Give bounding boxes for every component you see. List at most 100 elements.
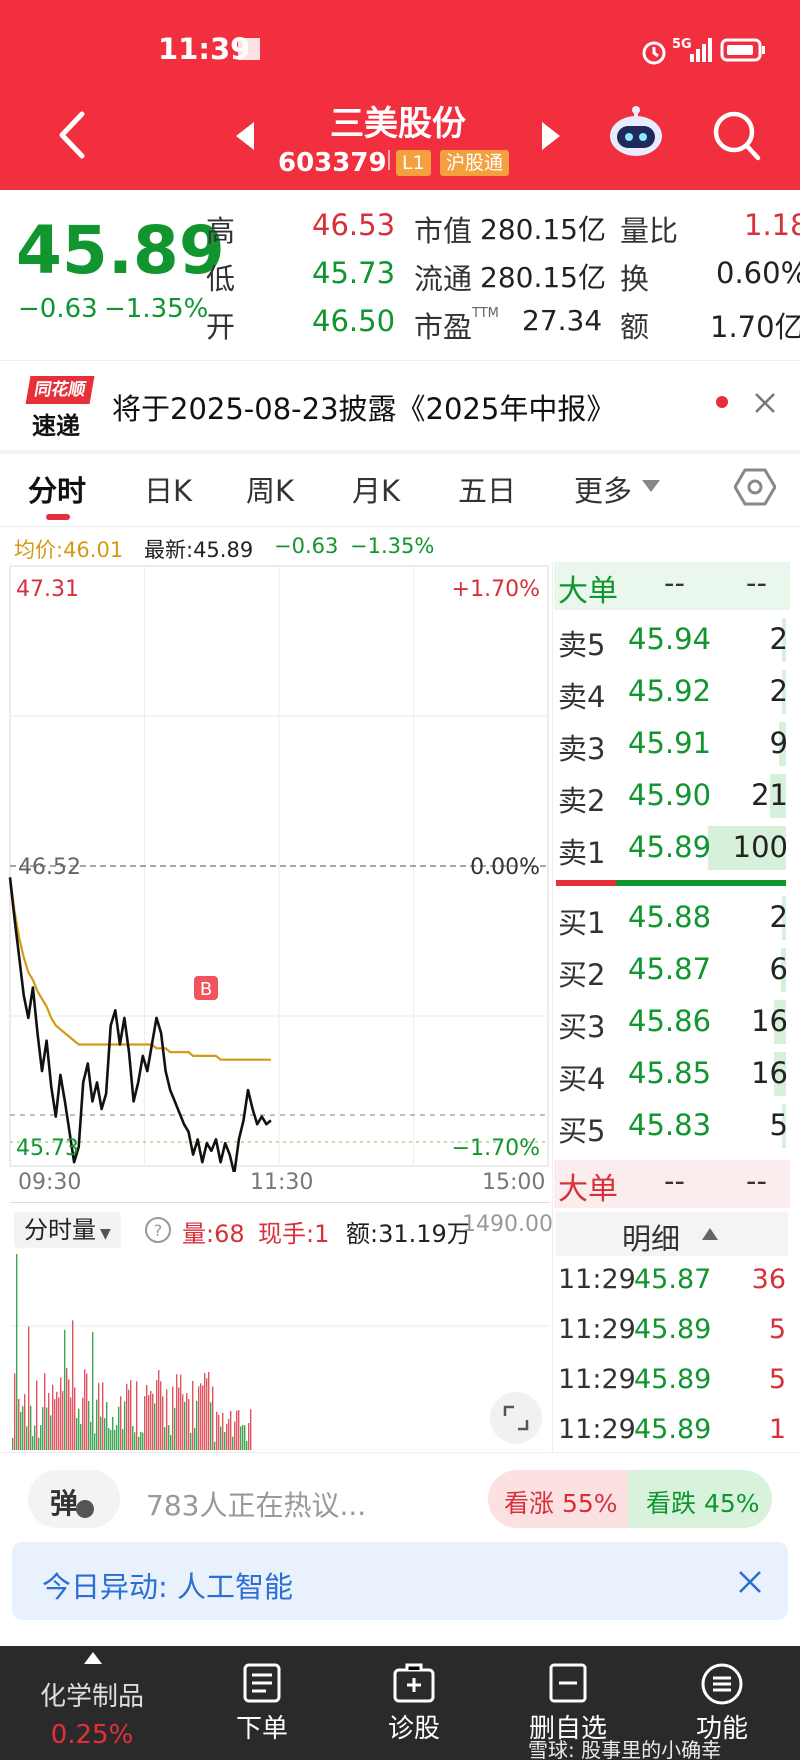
tab-intraday[interactable]: 分时 xyxy=(28,468,86,510)
notice-text: 将于2025-08-23披露《2025年中报》 xyxy=(112,392,616,426)
volume-bar xyxy=(36,1380,38,1450)
nav-diagnose[interactable]: 诊股 xyxy=(364,1708,464,1745)
volume-bar xyxy=(40,1425,42,1450)
help-icon[interactable]: ? xyxy=(144,1216,172,1244)
tick-volume: 36 xyxy=(751,1264,786,1295)
diagnose-icon xyxy=(393,1663,435,1703)
volume-bar xyxy=(92,1331,94,1450)
volume-bar xyxy=(156,1380,158,1450)
notice-unread-dot xyxy=(716,396,728,408)
volume-bar xyxy=(72,1320,74,1450)
price-change: −0.63 xyxy=(18,294,98,324)
book-level-price: 45.88 xyxy=(628,900,712,934)
volume-type-select[interactable]: 分时量 ▼ xyxy=(14,1212,121,1248)
nav-sector-label[interactable]: 化学制品 xyxy=(30,1676,154,1713)
spread-bar-green xyxy=(616,880,786,886)
volume-bar xyxy=(48,1392,50,1450)
volume-bar xyxy=(226,1423,228,1450)
volume-bar xyxy=(178,1387,180,1450)
nav-sector-change: 0.25% xyxy=(50,1720,134,1750)
book-level-volume: 16 xyxy=(751,1004,788,1038)
volume-bar xyxy=(68,1379,70,1450)
nav-order[interactable]: 下单 xyxy=(212,1708,312,1745)
danmu-toggle[interactable]: 弹 xyxy=(28,1470,120,1528)
bullish-button[interactable]: 看涨 55% xyxy=(488,1470,628,1528)
volume-bar xyxy=(220,1426,222,1450)
intraday-chart[interactable]: B 47.31 +1.70% 46.52 0.00% 45.73 −1.70% xyxy=(0,562,552,1172)
abnormal-alert-text: 今日异动: 人工智能 xyxy=(42,1570,293,1604)
book-level-volume: 16 xyxy=(751,1056,788,1090)
volume-bar xyxy=(16,1254,18,1450)
volume-bar xyxy=(60,1377,62,1450)
alert-close-icon[interactable] xyxy=(738,1570,762,1594)
volume-divider xyxy=(10,1202,550,1203)
back-icon[interactable] xyxy=(56,110,86,160)
volume-bar xyxy=(240,1426,242,1450)
tab-month-k[interactable]: 月K xyxy=(352,468,400,510)
notice-close-icon[interactable] xyxy=(754,392,776,414)
volume-bar xyxy=(234,1421,236,1450)
spread-bar-red xyxy=(556,880,616,886)
low-value: 45.73 xyxy=(312,256,396,290)
y-mid-label: 46.52 xyxy=(18,855,81,880)
volume-bar xyxy=(124,1401,126,1450)
tab-more[interactable]: 更多 xyxy=(574,468,632,510)
volume-bar xyxy=(82,1397,84,1450)
buy-marker[interactable]: B xyxy=(194,976,218,1000)
fullscreen-button[interactable] xyxy=(490,1392,542,1444)
volume-chart xyxy=(10,1254,548,1450)
price-line xyxy=(8,877,272,1172)
volume-bar xyxy=(90,1421,92,1450)
settings-hexagon-icon[interactable] xyxy=(734,466,776,508)
next-stock-icon[interactable] xyxy=(540,122,560,150)
prev-stock-icon[interactable] xyxy=(236,122,256,150)
tick-volume: 5 xyxy=(768,1314,786,1345)
tab-week-k[interactable]: 周K xyxy=(246,468,294,510)
pct-mid-label: 0.00% xyxy=(470,855,540,880)
volume-bar xyxy=(58,1397,60,1450)
sector-up-icon xyxy=(84,1652,102,1664)
search-icon[interactable] xyxy=(712,110,762,162)
book-level-label: 买5 xyxy=(558,1114,606,1148)
danmu-label: 弹 xyxy=(50,1487,79,1520)
volume-bar xyxy=(210,1402,212,1450)
volume-bar xyxy=(158,1370,160,1450)
volume-bar xyxy=(14,1373,16,1450)
danmu-off-icon xyxy=(76,1500,94,1518)
book-level-label: 买2 xyxy=(558,958,606,992)
volume-bar xyxy=(120,1396,122,1450)
volume-bar xyxy=(76,1418,78,1450)
book-level-label: 买3 xyxy=(558,1010,606,1044)
bearish-button[interactable]: 看跌 45% xyxy=(628,1470,772,1528)
tick-volume: 5 xyxy=(768,1364,786,1395)
volume-bar xyxy=(208,1371,210,1450)
buy-marker-label: B xyxy=(200,979,212,1000)
volume-bar xyxy=(184,1401,186,1450)
volume-bar xyxy=(196,1400,198,1450)
book-level-price: 45.87 xyxy=(628,952,712,986)
volume-bar xyxy=(134,1432,136,1450)
tick-time: 11:29 xyxy=(558,1314,636,1345)
volume-bar xyxy=(244,1425,246,1450)
discussion-count[interactable]: 783人正在热议... xyxy=(146,1484,366,1524)
tick-time: 11:29 xyxy=(558,1414,636,1445)
volume-bar xyxy=(80,1423,82,1450)
volume-bar xyxy=(166,1389,168,1450)
volume-bar xyxy=(174,1407,176,1450)
robot-icon[interactable] xyxy=(608,104,664,160)
watermark-text: 雪球: 股事里的小确幸 xyxy=(528,1738,722,1760)
volume-bar xyxy=(20,1411,22,1450)
volume-bar xyxy=(54,1399,56,1450)
tab-five-day[interactable]: 五日 xyxy=(458,468,516,510)
float-value: 280.15亿 xyxy=(480,261,606,294)
book-level-volume: 9 xyxy=(769,726,788,760)
volume-bar xyxy=(198,1386,200,1450)
x-label-open: 09:30 xyxy=(18,1170,82,1195)
volume-bar xyxy=(28,1326,30,1450)
open-label: 开 xyxy=(206,310,236,344)
tab-day-k[interactable]: 日K xyxy=(144,468,192,510)
pe-label: 市盈 xyxy=(414,310,473,344)
volume-bar xyxy=(132,1426,134,1450)
volume-bar xyxy=(214,1441,216,1450)
book-level-volume: 2 xyxy=(769,622,788,656)
